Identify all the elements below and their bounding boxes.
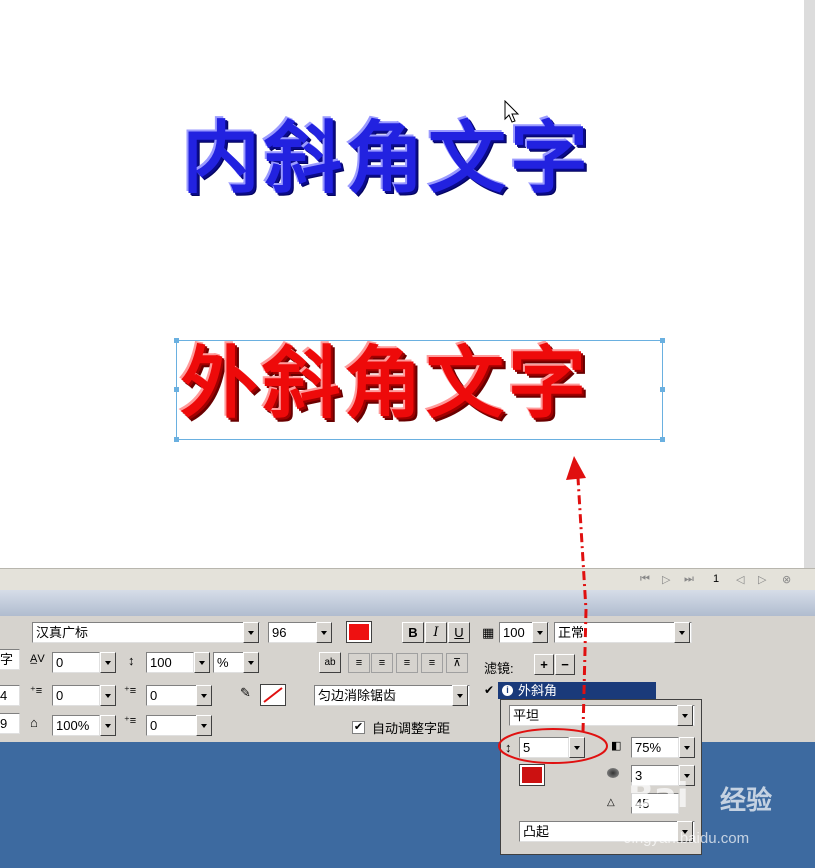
baidu-paw-icon: Bai: [628, 776, 689, 816]
watermark: Bai 经验 Jingyan.baidu.com: [620, 776, 810, 856]
watermark-site: Jingyan.baidu.com: [624, 830, 750, 847]
watermark-brand: 经验: [720, 785, 773, 815]
annotation-overlay: [498, 456, 608, 764]
highlight-ellipse: [498, 728, 608, 764]
annotation-arrow-line: [576, 477, 588, 733]
annotation-arrowhead: [566, 456, 586, 480]
